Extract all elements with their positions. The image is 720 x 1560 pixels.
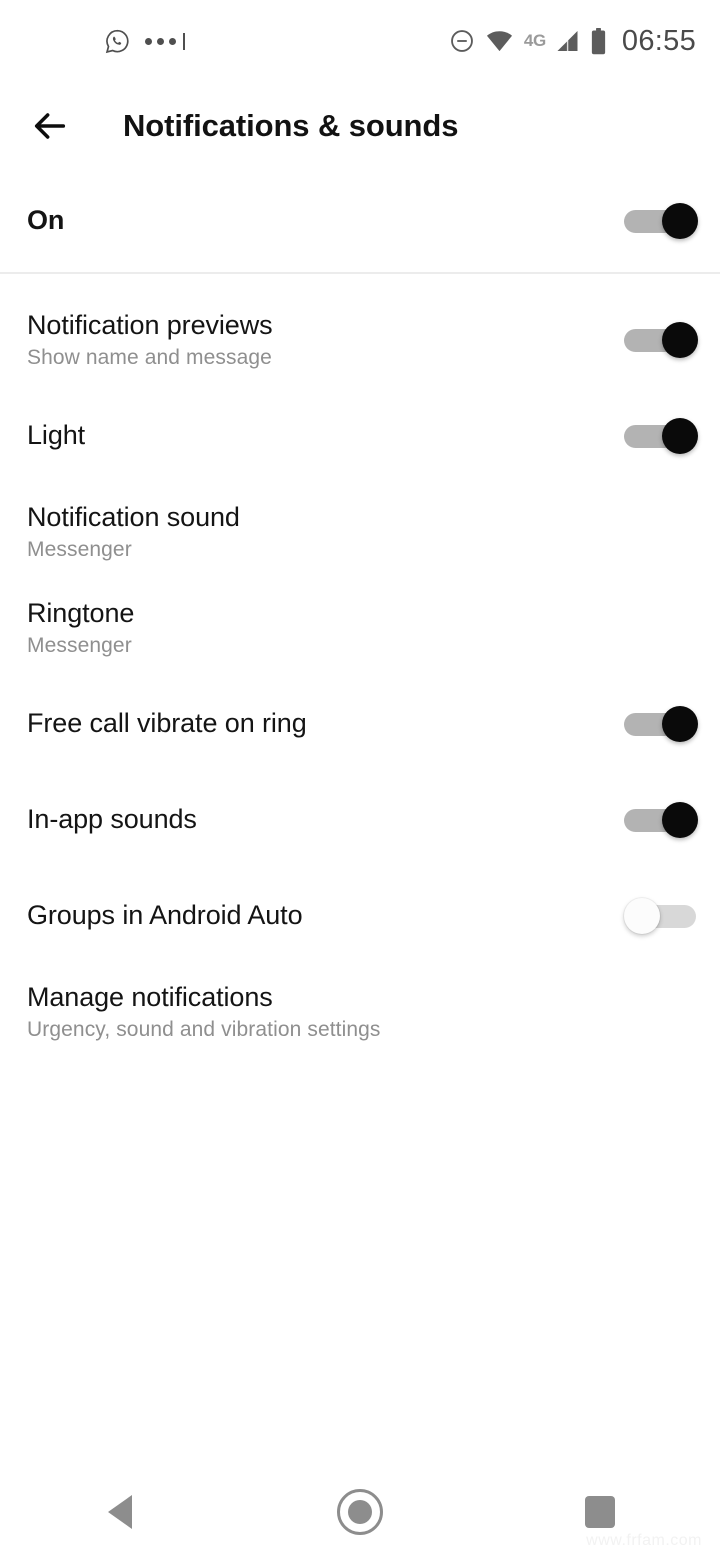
app-bar: Notifications & sounds bbox=[0, 82, 720, 170]
toggle-thumb bbox=[662, 706, 698, 742]
watermark: www.frfam.com bbox=[586, 1532, 702, 1549]
row-text: Notification sound Messenger bbox=[27, 502, 240, 562]
row-text: On bbox=[27, 205, 64, 236]
row-subtitle: Show name and message bbox=[27, 345, 272, 369]
network-type-label: 4G bbox=[523, 31, 546, 50]
toggle-in-app-sounds[interactable] bbox=[624, 802, 698, 838]
circle-home-icon bbox=[337, 1489, 383, 1535]
toggle-thumb bbox=[624, 898, 660, 934]
row-title: In-app sounds bbox=[27, 804, 197, 835]
status-bar-clock: 06:55 bbox=[621, 24, 696, 57]
status-bar-notifications bbox=[104, 28, 185, 55]
row-title: Notification sound bbox=[27, 501, 240, 532]
whatsapp-icon bbox=[104, 28, 131, 55]
arrow-left-icon bbox=[34, 113, 66, 139]
row-title: Notification previews bbox=[27, 309, 273, 340]
setting-row-notification-previews[interactable]: Notification previews Show name and mess… bbox=[0, 292, 720, 388]
toggle-thumb bbox=[662, 322, 698, 358]
row-title: Groups in Android Auto bbox=[27, 900, 303, 931]
row-subtitle: Messenger bbox=[27, 537, 132, 561]
square-recents-icon bbox=[585, 1496, 615, 1528]
battery-icon bbox=[591, 27, 606, 55]
row-subtitle: Urgency, sound and vibration settings bbox=[27, 1017, 381, 1041]
triangle-back-icon bbox=[108, 1495, 132, 1529]
back-button[interactable] bbox=[27, 103, 73, 149]
toggle-notification-previews[interactable] bbox=[624, 322, 698, 358]
setting-row-light[interactable]: Light bbox=[0, 388, 720, 484]
row-title: Manage notifications bbox=[27, 981, 273, 1012]
setting-row-in-app-sounds[interactable]: In-app sounds bbox=[0, 772, 720, 868]
toggle-thumb bbox=[662, 802, 698, 838]
status-bar: 4G 06:55 bbox=[0, 0, 720, 82]
toggle-light[interactable] bbox=[624, 418, 698, 454]
wifi-icon bbox=[486, 30, 513, 52]
row-title: Ringtone bbox=[27, 597, 135, 628]
signal-icon bbox=[555, 29, 580, 53]
toggle-groups-in-android-auto[interactable] bbox=[624, 898, 696, 934]
row-title: Light bbox=[27, 420, 86, 451]
row-text: Notification previews Show name and mess… bbox=[27, 310, 273, 370]
row-title: Free call vibrate on ring bbox=[27, 708, 307, 739]
settings-list: On Notification previews Show name and m… bbox=[0, 170, 720, 1060]
setting-row-notification-sound[interactable]: Notification sound Messenger bbox=[0, 484, 720, 580]
setting-row-groups-in-android-auto[interactable]: Groups in Android Auto bbox=[0, 868, 720, 964]
row-text: Light bbox=[27, 420, 85, 451]
row-title: On bbox=[27, 205, 65, 236]
toggle-master[interactable] bbox=[624, 203, 698, 239]
status-bar-system-icons: 4G 06:55 bbox=[449, 25, 696, 58]
setting-row-ringtone[interactable]: Ringtone Messenger bbox=[0, 580, 720, 676]
setting-row-free-call-vibrate-on-ring[interactable]: Free call vibrate on ring bbox=[0, 676, 720, 772]
toggle-thumb bbox=[662, 418, 698, 454]
home-nav-button[interactable] bbox=[240, 1464, 480, 1560]
setting-row-master[interactable]: On bbox=[0, 170, 720, 272]
overflow-dots-icon bbox=[145, 32, 185, 50]
row-text: Free call vibrate on ring bbox=[27, 708, 307, 739]
setting-row-manage-notifications[interactable]: Manage notifications Urgency, sound and … bbox=[0, 964, 720, 1060]
toggle-free-call-vibrate-on-ring[interactable] bbox=[624, 706, 698, 742]
row-text: Manage notifications Urgency, sound and … bbox=[27, 982, 381, 1042]
do-not-disturb-icon bbox=[449, 28, 475, 54]
row-text: Ringtone Messenger bbox=[27, 598, 134, 658]
row-text: Groups in Android Auto bbox=[27, 900, 303, 931]
row-text: In-app sounds bbox=[27, 804, 197, 835]
page-title: Notifications & sounds bbox=[123, 108, 459, 143]
toggle-thumb bbox=[662, 203, 698, 239]
row-subtitle: Messenger bbox=[27, 633, 132, 657]
phone-screen: 4G 06:55 Notifications & sounds On Notif… bbox=[0, 0, 720, 1560]
back-nav-button[interactable] bbox=[0, 1464, 240, 1560]
